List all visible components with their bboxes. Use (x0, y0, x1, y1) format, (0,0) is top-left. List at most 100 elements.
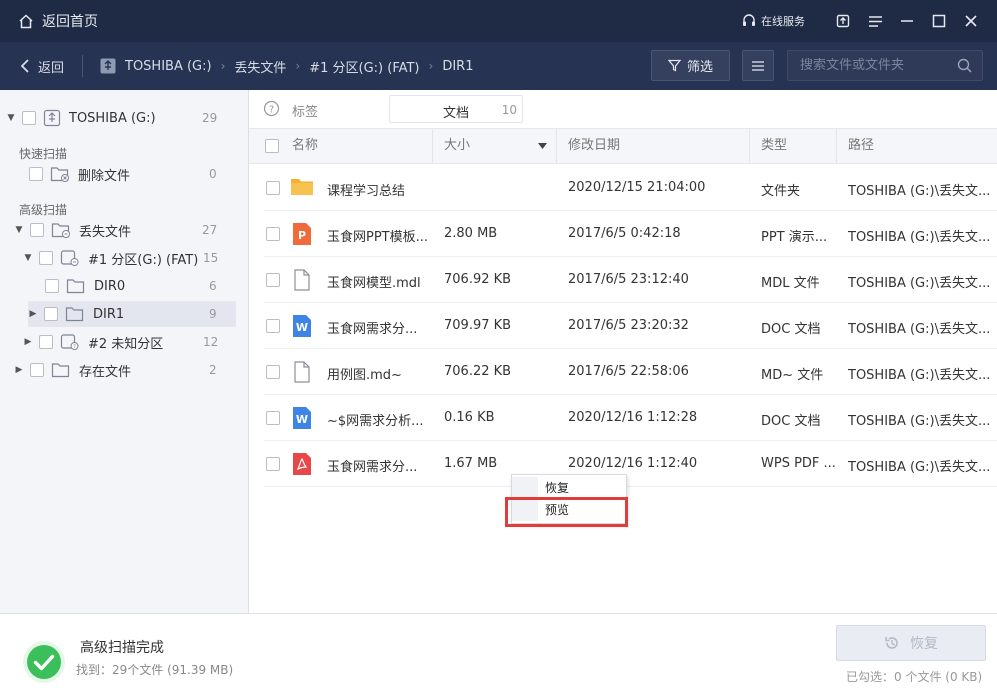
tree-label: TOSHIBA (G:) (69, 110, 156, 126)
file-size: 706.22 KB (444, 364, 512, 379)
expand-down-icon[interactable]: ▼ (14, 225, 24, 235)
sidebar-tree: ▼ TOSHIBA (G:) 29 快速扫描 删除文件 0 高级扫描 ▼ 丢失文… (0, 90, 249, 613)
header-type[interactable]: 类型 (761, 129, 787, 163)
online-service-button[interactable]: 在线服务 (741, 13, 805, 29)
breadcrumb-lost-files[interactable]: 丢失文件 (234, 57, 286, 76)
header-path[interactable]: 路径 (848, 129, 874, 163)
success-check-icon (23, 641, 65, 683)
tree-count: 0 (209, 167, 217, 181)
breadcrumb-dir1[interactable]: DIR1 (442, 59, 473, 74)
chevron-left-icon (20, 59, 29, 73)
maximize-icon (932, 14, 946, 28)
checkbox[interactable] (39, 335, 53, 349)
file-path: TOSHIBA (G:)\丢失文... (848, 414, 991, 429)
table-row[interactable]: 玉食网模型.mdl 706.92 KB 2017/6/5 23:12:40 MD… (264, 257, 997, 303)
tree-item-lost-files[interactable]: ▼ 丢失文件 27 (14, 217, 224, 243)
tag-documents[interactable]: 文档 10 (389, 95, 523, 123)
search-input[interactable] (788, 58, 948, 73)
file-date: 2017/6/5 23:12:40 (568, 272, 689, 287)
row-checkbox[interactable] (266, 365, 280, 379)
help-icon[interactable]: ? (263, 100, 280, 117)
row-checkbox[interactable] (266, 319, 280, 333)
checkbox[interactable] (22, 111, 36, 125)
menu-item-label: 恢复 (545, 481, 570, 495)
select-all-checkbox[interactable] (265, 139, 279, 153)
checkbox[interactable] (44, 307, 58, 321)
row-checkbox[interactable] (266, 273, 280, 287)
breadcrumb-separator-icon: › (428, 59, 434, 73)
breadcrumb-drive[interactable]: TOSHIBA (G:) (125, 59, 212, 74)
maximize-button[interactable] (923, 0, 955, 42)
header-size[interactable]: 大小 (444, 129, 470, 163)
close-button[interactable] (955, 0, 987, 42)
column-divider[interactable] (556, 129, 557, 163)
menu-item-recover[interactable]: 恢复 (512, 477, 626, 499)
tree-count: 29 (202, 111, 218, 125)
checkbox[interactable] (29, 167, 43, 181)
tree-count: 12 (203, 335, 219, 349)
file-size: 2.80 MB (444, 226, 498, 241)
filter-button[interactable]: 筛选 (651, 50, 730, 81)
tree-item-partition-1[interactable]: ▼ #1 分区(G:) (FAT) 15 (23, 245, 223, 271)
file-date: 2020/12/16 1:12:28 (568, 410, 698, 425)
breadcrumb-partition[interactable]: #1 分区(G:) (FAT) (309, 57, 419, 76)
column-divider[interactable] (749, 129, 750, 163)
file-size: 1.67 MB (444, 456, 498, 471)
recover-button[interactable]: 恢复 (836, 625, 986, 661)
breadcrumb-separator-icon: › (220, 59, 226, 73)
home-link[interactable]: 返回首页 (0, 11, 98, 31)
list-view-button[interactable] (742, 50, 774, 81)
file-date: 2020/12/15 21:04:00 (568, 180, 706, 195)
menu-button[interactable] (859, 0, 891, 42)
doc-icon: W (293, 315, 311, 337)
table-row[interactable]: W ~$网需求分析... 0.16 KB 2020/12/16 1:12:28 … (264, 395, 997, 441)
back-button[interactable]: 返回 (0, 42, 82, 90)
checkbox[interactable] (30, 363, 44, 377)
expand-right-icon[interactable]: ▶ (23, 337, 33, 347)
status-footer: 高级扫描完成 找到：29个文件 (91.39 MB) 恢复 已勾选：0 个文件 … (0, 613, 997, 697)
tree-item-drive[interactable]: ▼ TOSHIBA (G:) 29 (6, 105, 236, 131)
expand-down-icon[interactable]: ▼ (23, 253, 33, 263)
header-date[interactable]: 修改日期 (568, 129, 620, 163)
tree-item-dir1[interactable]: ▶ DIR1 9 (28, 301, 236, 327)
row-checkbox[interactable] (266, 457, 280, 471)
column-divider[interactable] (836, 129, 837, 163)
table-row[interactable]: P 玉食网PPT模板... 2.80 MB 2017/6/5 0:42:18 P… (264, 211, 997, 257)
minimize-icon (901, 20, 913, 22)
table-row[interactable]: W 玉食网需求分... 709.97 KB 2017/6/5 23:20:32 … (264, 303, 997, 349)
folder-outline-icon (65, 305, 85, 323)
tag-name: 文档 (443, 106, 470, 121)
recover-icon (885, 637, 898, 649)
column-divider[interactable] (432, 129, 433, 163)
search-icon[interactable] (957, 58, 972, 73)
table-row[interactable]: 用例图.md~ 706.22 KB 2017/6/5 22:58:06 MD~ … (264, 349, 997, 395)
tree-item-dir0[interactable]: DIR0 6 (39, 273, 219, 299)
checkbox[interactable] (39, 251, 53, 265)
header-name[interactable]: 名称 (292, 129, 318, 163)
tree-item-deleted[interactable]: 删除文件 0 (23, 161, 223, 187)
sort-down-icon[interactable] (538, 143, 547, 149)
tree-count: 15 (203, 251, 219, 265)
table-row[interactable]: 玉食网需求分... 1.67 MB 2020/12/16 1:12:40 WPS… (264, 441, 997, 487)
found-summary: 找到：29个文件 (91.39 MB) (76, 663, 234, 677)
table-row[interactable]: 课程学习总结 2020/12/15 21:04:00 文件夹 TOSHIBA (… (264, 165, 997, 211)
selected-summary: 已勾选：0 个文件 (0 KB) (846, 670, 983, 684)
expand-right-icon[interactable]: ▶ (28, 309, 38, 319)
tree-item-partition-2[interactable]: ▶ ? #2 未知分区 12 (23, 329, 223, 355)
tree-item-existing-files[interactable]: ▶ 存在文件 2 (14, 357, 224, 383)
headset-icon (743, 14, 755, 26)
feedback-button[interactable] (827, 0, 859, 42)
checkbox[interactable] (30, 223, 44, 237)
row-checkbox[interactable] (266, 181, 280, 195)
row-checkbox[interactable] (266, 227, 280, 241)
expand-right-icon[interactable]: ▶ (14, 365, 24, 375)
file-type: PPT 演示... (761, 230, 828, 245)
row-checkbox[interactable] (266, 411, 280, 425)
folder-outline-icon (51, 361, 71, 379)
file-name: ~$网需求分析... (327, 414, 424, 429)
minimize-button[interactable] (891, 0, 923, 42)
filter-icon (667, 59, 681, 72)
checkbox[interactable] (45, 279, 59, 293)
file-size: 709.97 KB (444, 318, 512, 333)
expand-down-icon[interactable]: ▼ (6, 113, 16, 123)
